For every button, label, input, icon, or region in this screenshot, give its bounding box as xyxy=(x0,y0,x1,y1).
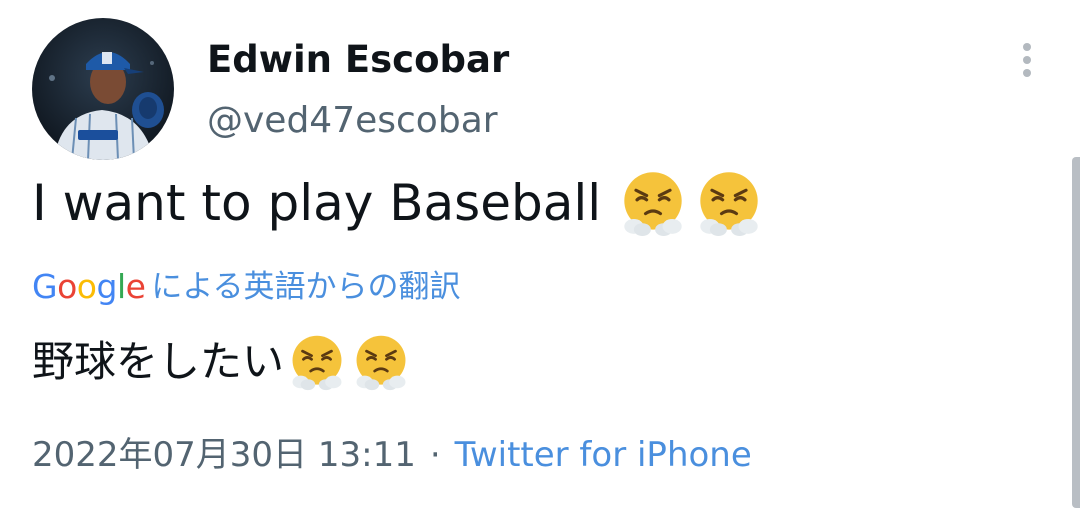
face-with-steam-from-nose-icon xyxy=(695,169,763,237)
google-logo-letter: o xyxy=(76,267,97,306)
tweet-body: I want to play Baseball xyxy=(32,174,602,232)
translation-label[interactable]: による英語からの翻訳 xyxy=(151,266,460,308)
tweet-timestamp[interactable]: 2022年07月30日 13:11 xyxy=(32,430,416,480)
translated-text: 野球をしたい xyxy=(32,332,410,392)
face-with-steam-from-nose-icon xyxy=(619,169,687,237)
more-options-button[interactable] xyxy=(1008,36,1046,84)
baseball-player-avatar-icon xyxy=(32,18,174,160)
meta-separator: · xyxy=(429,435,441,475)
face-with-steam-from-nose-icon xyxy=(352,333,410,391)
tweet-emojis xyxy=(619,169,763,237)
tweet-card: Edwin Escobar @ved47escobar I want to pl… xyxy=(0,0,1080,508)
google-logo-letter: l xyxy=(116,267,126,306)
face-with-steam-from-nose-icon xyxy=(288,333,346,391)
tweet-meta: 2022年07月30日 13:11 · Twitter for iPhone xyxy=(32,430,752,480)
author-handle[interactable]: @ved47escobar xyxy=(207,98,498,144)
more-vertical-icon xyxy=(1023,43,1031,77)
google-logo: Google xyxy=(32,266,146,308)
translated-body: 野球をしたい xyxy=(32,337,285,386)
avatar[interactable] xyxy=(32,18,174,160)
tweet-text: I want to play Baseball xyxy=(32,170,763,236)
translation-attribution[interactable]: Google による英語からの翻訳 xyxy=(32,266,461,308)
google-logo-letter: G xyxy=(32,267,58,306)
google-logo-letter: e xyxy=(125,267,146,306)
author-display-name[interactable]: Edwin Escobar xyxy=(207,36,509,84)
scrollbar[interactable] xyxy=(1072,157,1080,508)
translated-emojis xyxy=(288,333,410,391)
tweet-source-link[interactable]: Twitter for iPhone xyxy=(455,430,752,480)
google-logo-letter: g xyxy=(96,267,117,306)
google-logo-letter: o xyxy=(57,267,77,306)
